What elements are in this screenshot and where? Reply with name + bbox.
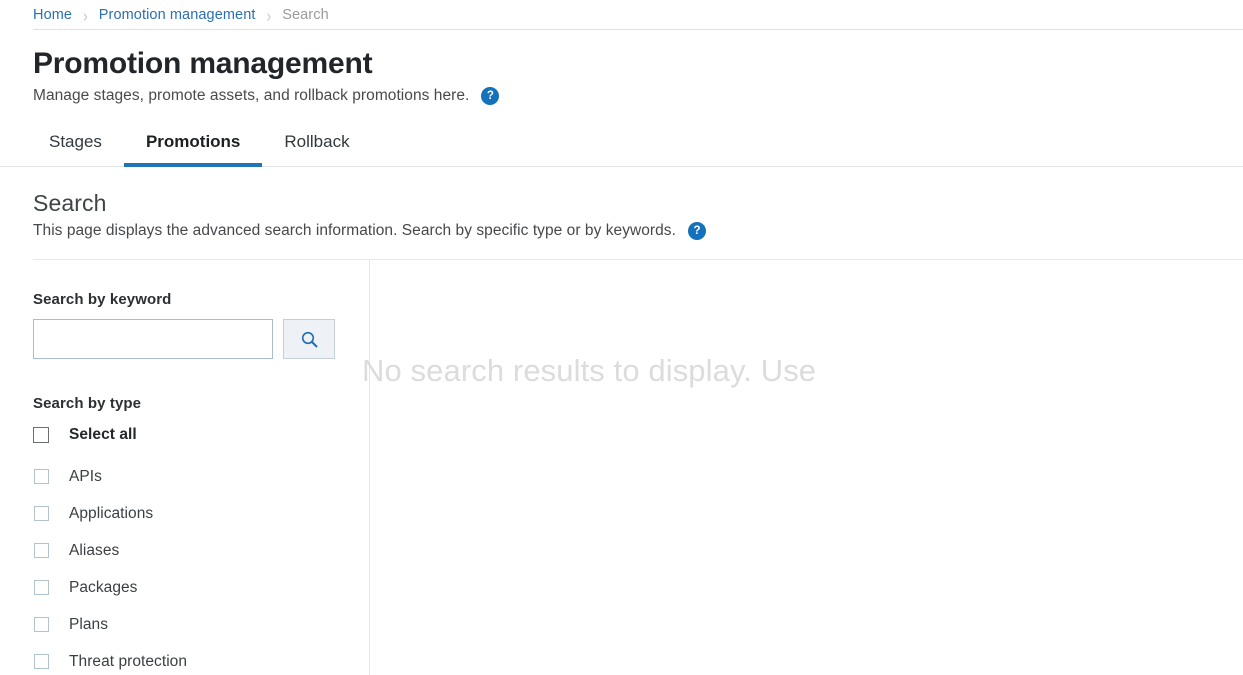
page-title: Promotion management bbox=[33, 47, 373, 80]
checkbox-applications[interactable]: Applications bbox=[33, 503, 369, 524]
search-results-pane bbox=[370, 260, 1243, 675]
search-keyword-label: Search by keyword bbox=[33, 291, 172, 308]
help-circle-icon[interactable]: ? bbox=[482, 88, 499, 104]
checkbox-box[interactable] bbox=[33, 426, 49, 443]
section-subtitle-row: This page displays the advanced search i… bbox=[33, 222, 1243, 240]
section-title: Search bbox=[33, 190, 107, 216]
breadcrumb-separator: › bbox=[266, 4, 272, 25]
checkbox-label: Threat protection bbox=[69, 652, 188, 670]
search-input[interactable] bbox=[33, 319, 273, 359]
section-subtitle: This page displays the advanced search i… bbox=[33, 222, 676, 239]
breadcrumb: Home › Promotion management › Search bbox=[0, 0, 1243, 29]
checkbox-packages[interactable]: Packages bbox=[33, 577, 369, 598]
search-section-header: Search This page displays the advanced s… bbox=[0, 167, 1243, 240]
tab-promotions[interactable]: Promotions bbox=[123, 132, 263, 167]
breadcrumb-item-home[interactable]: Home bbox=[33, 7, 72, 23]
checkbox-label: APIs bbox=[69, 467, 102, 485]
checkbox-label: Applications bbox=[69, 504, 154, 522]
search-icon bbox=[300, 330, 319, 349]
page-header: Promotion management Manage stages, prom… bbox=[0, 30, 1243, 105]
breadcrumb-item-search: Search bbox=[282, 6, 329, 23]
checkbox-box[interactable] bbox=[34, 654, 49, 669]
checkbox-plans[interactable]: Plans bbox=[33, 614, 369, 635]
checkbox-box[interactable] bbox=[34, 580, 49, 595]
checkbox-label: Plans bbox=[69, 615, 109, 633]
checkbox-label: Select all bbox=[69, 425, 137, 443]
page-subtitle: Manage stages, promote assets, and rollb… bbox=[33, 87, 470, 104]
checkbox-box[interactable] bbox=[34, 543, 49, 558]
checkbox-box[interactable] bbox=[34, 506, 49, 521]
tab-rollback[interactable]: Rollback bbox=[262, 132, 371, 167]
search-filters-pane: Search by keyword Search by type Select … bbox=[0, 260, 370, 675]
help-circle-icon[interactable]: ? bbox=[688, 223, 705, 239]
search-content: Search by keyword Search by type Select … bbox=[0, 260, 1243, 675]
checkbox-label: Packages bbox=[69, 578, 138, 596]
checkbox-box[interactable] bbox=[34, 617, 49, 632]
page-subtitle-row: Manage stages, promote assets, and rollb… bbox=[33, 87, 1243, 105]
checkbox-box[interactable] bbox=[34, 469, 49, 484]
tab-stages[interactable]: Stages bbox=[27, 132, 124, 167]
checkbox-select-all[interactable]: Select all bbox=[33, 424, 369, 445]
search-type-label: Search by type bbox=[33, 395, 142, 412]
search-button[interactable] bbox=[283, 319, 335, 359]
breadcrumb-separator: › bbox=[83, 4, 88, 25]
checkbox-threat-protection[interactable]: Threat protection bbox=[33, 651, 369, 672]
checkbox-aliases[interactable]: Aliases bbox=[33, 540, 369, 561]
tab-bar: Stages Promotions Rollback bbox=[0, 123, 1243, 167]
search-keyword-row bbox=[33, 319, 369, 359]
empty-results-message: No search results to display. Use bbox=[362, 353, 817, 388]
checkbox-apis[interactable]: APIs bbox=[33, 466, 369, 487]
breadcrumb-item-promotion-management[interactable]: Promotion management bbox=[99, 7, 256, 23]
checkbox-label: Aliases bbox=[69, 541, 120, 559]
